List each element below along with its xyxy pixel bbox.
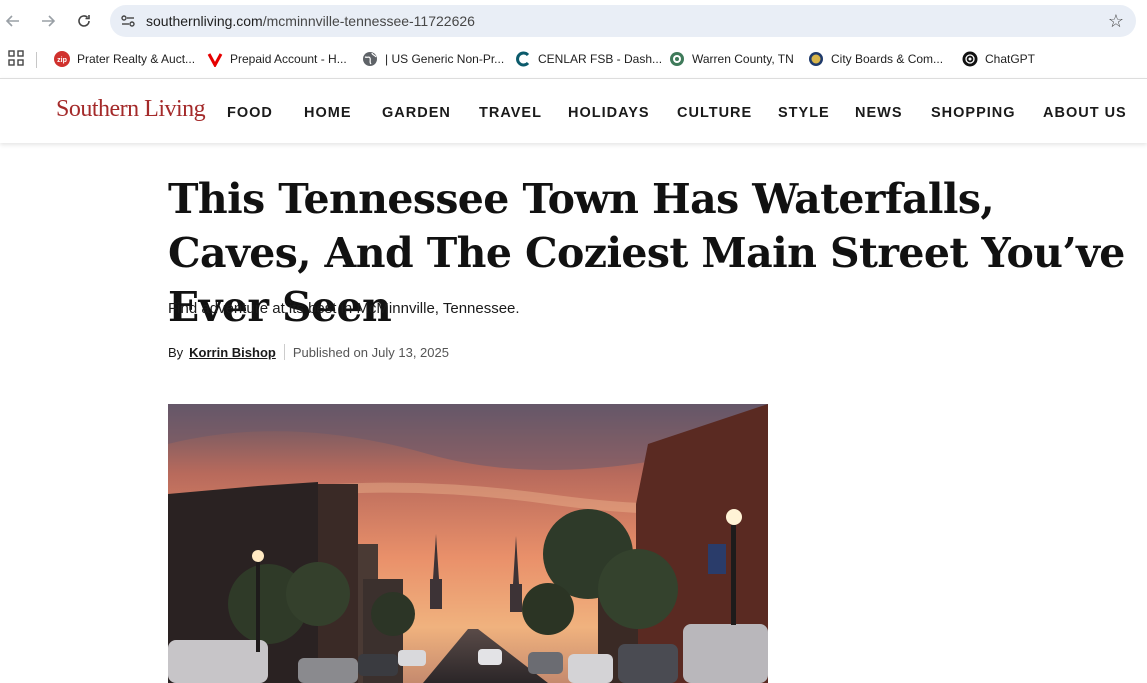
verizon-icon bbox=[207, 51, 223, 69]
bookmark-label: City Boards & Com... bbox=[831, 52, 944, 66]
address-bar[interactable]: southernliving.com/mcminnville-tennessee… bbox=[110, 5, 1136, 37]
url-domain: southernliving.com bbox=[146, 13, 263, 29]
cenlar-icon bbox=[515, 51, 531, 67]
hero-image bbox=[168, 404, 768, 683]
nav-item-food[interactable]: FOOD bbox=[227, 105, 273, 121]
nav-item-travel[interactable]: TRAVEL bbox=[479, 105, 542, 121]
bookmark-label: ChatGPT bbox=[985, 52, 1036, 66]
site-info-icon[interactable] bbox=[120, 13, 136, 29]
bookmarks-bar: zip Prater Realty & Auct... Prepaid Acco… bbox=[0, 42, 1147, 76]
reload-icon[interactable] bbox=[73, 10, 95, 32]
bookmark-label: Warren County, TN bbox=[692, 52, 794, 66]
nav-item-home[interactable]: HOME bbox=[304, 105, 352, 121]
zip-icon: zip bbox=[54, 51, 70, 67]
globe-icon bbox=[362, 51, 378, 67]
bookmark-label: Prater Realty & Auct... bbox=[77, 52, 196, 66]
nav-item-culture[interactable]: CULTURE bbox=[677, 105, 752, 121]
svg-text:zip: zip bbox=[57, 57, 67, 64]
byline-by: By bbox=[168, 344, 184, 360]
bookmark-item[interactable]: zip Prater Realty & Auct... bbox=[54, 50, 195, 68]
apps-grid-icon[interactable] bbox=[8, 50, 24, 66]
bookmark-label: Prepaid Account - H... bbox=[230, 52, 347, 66]
site-header: Southern Living FOOD HOME GARDEN TRAVEL … bbox=[0, 78, 1147, 143]
bookmark-label: | US Generic Non-Pr... bbox=[385, 52, 505, 66]
forward-arrow-icon[interactable] bbox=[37, 10, 59, 32]
byline-divider bbox=[283, 344, 285, 360]
site-logo[interactable]: Southern Living bbox=[56, 96, 206, 123]
bookmark-item[interactable]: CENLAR FSB - Dash... bbox=[515, 50, 662, 68]
city-seal-icon bbox=[808, 51, 824, 67]
bookmark-item[interactable]: City Boards & Com... bbox=[808, 50, 943, 68]
nav-item-about-us[interactable]: ABOUT US bbox=[1043, 105, 1127, 121]
article-dek: Find adventure at its best in McMinnvill… bbox=[168, 300, 520, 317]
nav-item-news[interactable]: NEWS bbox=[855, 105, 903, 121]
bookmark-item[interactable]: ChatGPT bbox=[962, 50, 1035, 68]
url-path: /mcminnville-tennessee-11722626 bbox=[262, 13, 475, 29]
bookmark-item[interactable]: Prepaid Account - H... bbox=[207, 50, 347, 69]
bookmark-star-icon[interactable]: ☆ bbox=[1108, 11, 1124, 32]
bookmark-item[interactable]: | US Generic Non-Pr... bbox=[362, 50, 504, 68]
nav-item-holidays[interactable]: HOLIDAYS bbox=[568, 105, 650, 121]
byline: By Korrin Bishop Published on July 13, 2… bbox=[168, 344, 449, 360]
nav-item-style[interactable]: STYLE bbox=[778, 105, 830, 121]
bookmark-item[interactable]: Warren County, TN bbox=[669, 50, 794, 68]
author-link[interactable]: Korrin Bishop bbox=[189, 345, 276, 360]
nav-item-garden[interactable]: GARDEN bbox=[382, 105, 451, 121]
nav-item-shopping[interactable]: SHOPPING bbox=[931, 105, 1016, 121]
county-seal-icon bbox=[669, 51, 685, 67]
publish-date: Published on July 13, 2025 bbox=[292, 344, 449, 360]
url-text[interactable]: southernliving.com/mcminnville-tennessee… bbox=[146, 13, 475, 29]
bookmark-label: CENLAR FSB - Dash... bbox=[538, 52, 663, 66]
back-arrow-icon[interactable] bbox=[2, 10, 24, 32]
chatgpt-icon bbox=[962, 51, 978, 67]
bookmarks-separator bbox=[36, 52, 37, 68]
browser-toolbar: southernliving.com/mcminnville-tennessee… bbox=[0, 0, 1147, 42]
